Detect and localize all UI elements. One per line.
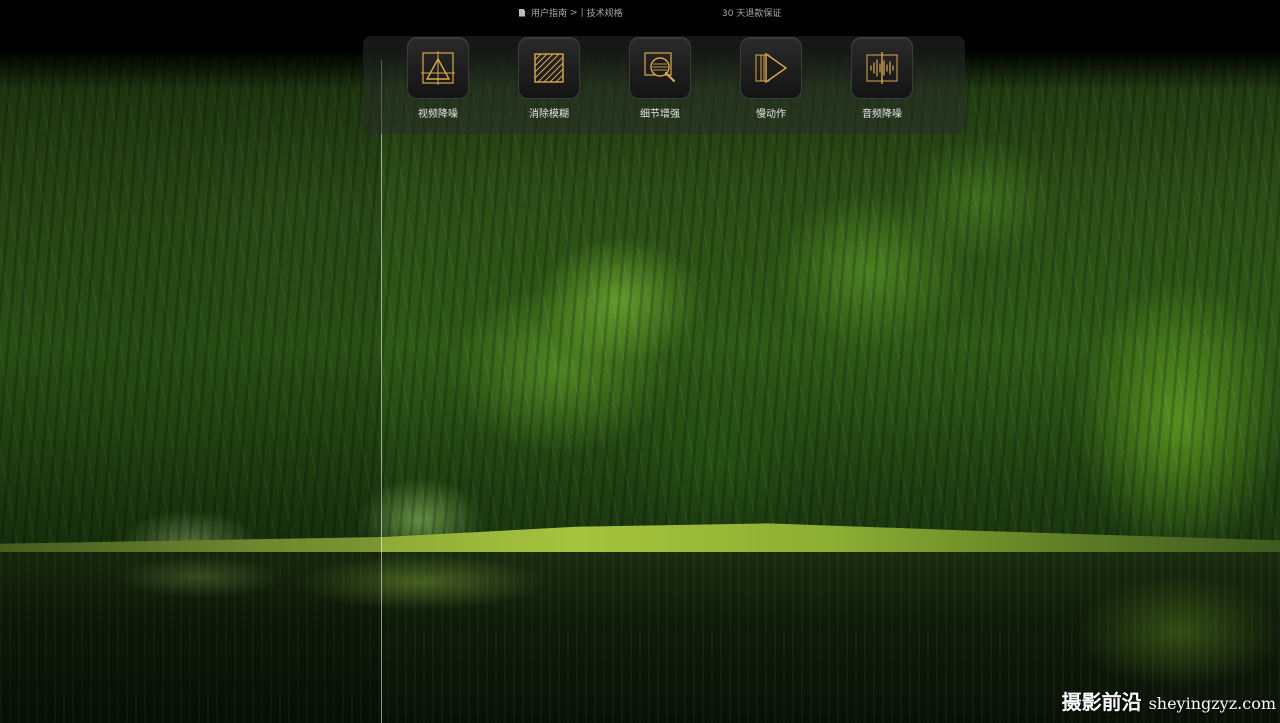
feature-icon-box: [518, 37, 580, 99]
comparison-divider[interactable]: [381, 60, 382, 723]
waveform-icon: [866, 52, 898, 84]
feature-audio-denoise[interactable]: 音频降噪: [842, 36, 922, 134]
breadcrumb-arrow: >: [570, 7, 578, 18]
breadcrumb-separator: |: [580, 7, 584, 18]
breadcrumb: 用户指南 > | 技术规格: [519, 6, 623, 19]
feature-label: 消除模糊: [529, 109, 569, 120]
before-side-overlay: [0, 0, 381, 723]
feature-label: 视频降噪: [418, 109, 458, 120]
top-bar: 用户指南 > | 技术规格 30 天退款保证: [0, 0, 1280, 24]
watermark-url: sheyingzyz.com: [1148, 694, 1276, 713]
hatched-square-icon: [534, 53, 564, 83]
money-back-guarantee-text: 30 天退款保证: [722, 9, 782, 19]
feature-label: 慢动作: [756, 109, 786, 120]
watermark-brand: 摄影前沿: [1061, 690, 1142, 714]
document-icon: [519, 8, 525, 17]
feature-detail-enhance[interactable]: 细节增强: [620, 36, 700, 134]
feature-label: 细节增强: [640, 109, 680, 120]
feature-toolbar: 视频降噪 消除模糊 细节增强 慢动作 音频降噪: [363, 36, 965, 134]
feature-deblur[interactable]: 消除模糊: [509, 36, 589, 134]
feature-slow-motion[interactable]: 慢动作: [731, 36, 811, 134]
user-guide-link[interactable]: 用户指南: [531, 6, 567, 19]
feature-icon-box: [407, 37, 469, 99]
app-window: 用户指南 > | 技术规格 30 天退款保证 视频降噪 消除模糊 细节增强 慢动…: [0, 0, 1280, 723]
site-watermark: 摄影前沿 sheyingzyz.com: [1062, 686, 1276, 715]
feature-video-denoise[interactable]: 视频降噪: [398, 36, 478, 134]
feature-icon-box: [740, 37, 802, 99]
tech-specs-link[interactable]: 技术规格: [587, 6, 623, 19]
play-frames-icon: [755, 52, 788, 84]
feature-icon-box: [629, 37, 691, 99]
feature-label: 音频降噪: [862, 109, 902, 120]
magnifier-icon: [644, 52, 676, 83]
triangle-frame-icon: [421, 51, 455, 85]
feature-icon-box: [851, 37, 913, 99]
